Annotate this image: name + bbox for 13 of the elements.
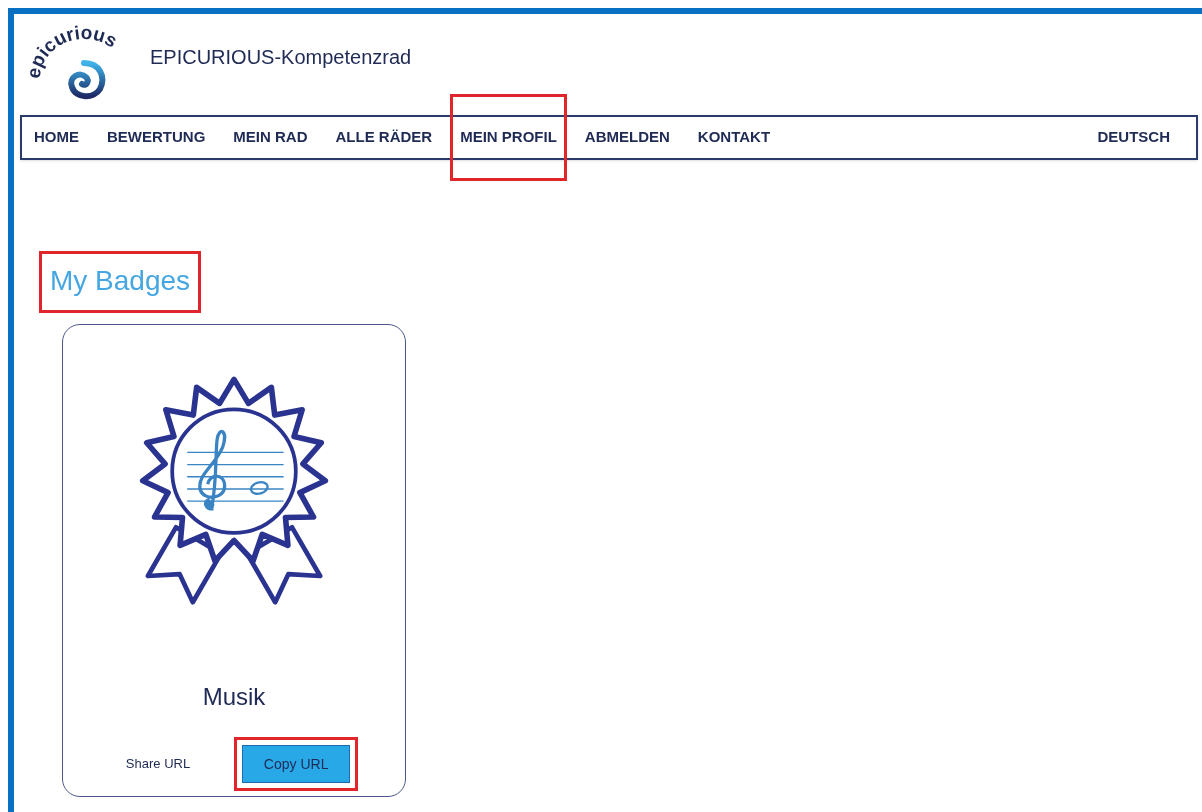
copy-url-button[interactable]: Copy URL [242, 745, 351, 783]
nav-link[interactable]: KONTAKT [697, 126, 771, 149]
nav-link[interactable]: MEIN PROFIL [460, 126, 557, 149]
page-heading: My Badges [50, 264, 191, 298]
nav-link[interactable]: HOME [34, 126, 79, 149]
badge-name: Musik [202, 682, 266, 712]
nav-link[interactable]: MEIN RAD [233, 126, 308, 149]
share-label: Share URL [125, 755, 191, 774]
site-title: EPICURIOUS-Kompetenzrad [150, 45, 412, 70]
nav-link[interactable]: ABMELDEN [584, 126, 670, 149]
nav-link[interactable]: BEWERTUNG [107, 126, 206, 149]
language-link[interactable]: DEUTSCH [1097, 126, 1170, 149]
nav-link[interactable]: ALLE RÄDER [335, 126, 433, 149]
